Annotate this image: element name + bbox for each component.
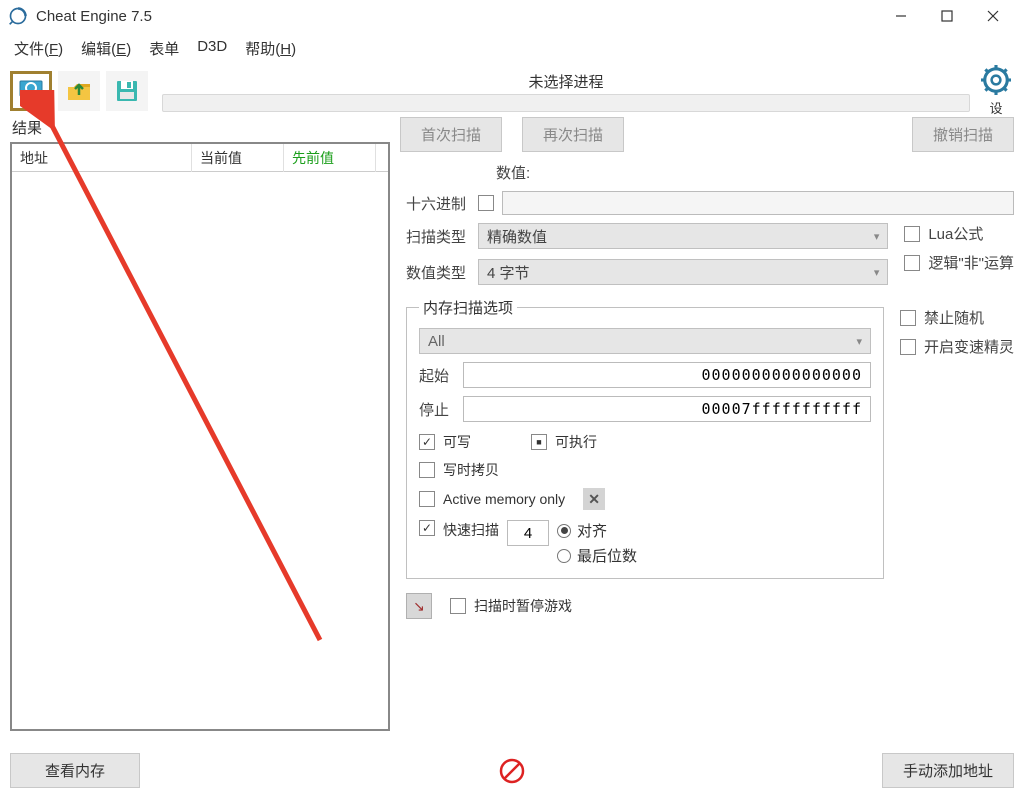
- start-address-input[interactable]: [463, 362, 871, 388]
- copy-on-write-checkbox[interactable]: [419, 462, 435, 478]
- copy-on-write-label: 写时拷贝: [443, 460, 499, 480]
- col-current-value[interactable]: 当前值: [192, 144, 284, 172]
- col-address[interactable]: 地址: [12, 144, 192, 172]
- maximize-button[interactable]: [924, 1, 970, 31]
- add-address-manual-button[interactable]: 手动添加地址: [882, 753, 1014, 788]
- hex-checkbox[interactable]: [478, 195, 494, 211]
- value-type-value: 4 字节: [487, 262, 530, 283]
- undo-scan-button[interactable]: 撤销扫描: [912, 117, 1014, 152]
- no-random-checkbox[interactable]: [900, 310, 916, 326]
- hex-label: 十六进制: [406, 193, 470, 214]
- active-memory-label: Active memory only: [443, 491, 565, 507]
- pause-game-checkbox[interactable]: [450, 598, 466, 614]
- writable-checkbox[interactable]: [419, 434, 435, 450]
- pause-game-label: 扫描时暂停游戏: [474, 596, 572, 616]
- menu-help[interactable]: 帮助(H): [245, 38, 296, 59]
- speedhack-label: 开启变速精灵: [924, 336, 1014, 357]
- memory-scan-options: 内存扫描选项 All ▾ 起始 停止: [406, 297, 884, 579]
- close-button[interactable]: [970, 1, 1016, 31]
- chevron-down-icon: ▾: [874, 266, 880, 279]
- next-scan-button[interactable]: 再次扫描: [522, 117, 624, 152]
- results-list[interactable]: 地址 当前值 先前值: [10, 142, 390, 731]
- menu-file[interactable]: 文件(F): [14, 38, 63, 59]
- results-header: 地址 当前值 先前值: [12, 144, 388, 172]
- minimize-button[interactable]: [878, 1, 924, 31]
- col-previous-value[interactable]: 先前值: [284, 144, 376, 172]
- save-button[interactable]: [106, 71, 148, 111]
- lua-formula-label: Lua公式: [928, 223, 983, 244]
- lua-formula-checkbox[interactable]: [904, 226, 920, 242]
- stop-address-input[interactable]: [463, 396, 871, 422]
- process-label: 未选择进程: [528, 71, 603, 92]
- progress-bar: [162, 94, 970, 112]
- scan-type-value: 精确数值: [487, 226, 547, 247]
- title-bar: Cheat Engine 7.5: [0, 0, 1024, 32]
- fast-scan-label: 快速扫描: [443, 520, 499, 540]
- chevron-down-icon: ▾: [874, 230, 880, 243]
- no-random-label: 禁止随机: [924, 307, 984, 328]
- speedhack-checkbox[interactable]: [900, 339, 916, 355]
- value-label: 数值:: [496, 162, 530, 183]
- chevron-down-icon: ▾: [856, 335, 862, 348]
- close-icon[interactable]: ✕: [583, 488, 605, 510]
- fast-scan-checkbox[interactable]: [419, 520, 435, 536]
- view-memory-button[interactable]: 查看内存: [10, 753, 140, 788]
- writable-label: 可写: [443, 432, 471, 452]
- executable-checkbox[interactable]: [531, 434, 547, 450]
- value-type-label: 数值类型: [406, 262, 470, 283]
- toolbar: 未选择进程 设: [0, 69, 1024, 113]
- forbidden-icon: [499, 758, 525, 784]
- aligned-label: 对齐: [577, 520, 607, 541]
- start-label: 起始: [419, 365, 453, 386]
- value-input[interactable]: [502, 191, 1014, 215]
- results-panel: 结果 地址 当前值 先前值: [10, 113, 390, 731]
- menu-edit[interactable]: 编辑(E): [81, 38, 131, 59]
- results-count-label: 结果: [12, 117, 390, 138]
- menu-table[interactable]: 表单: [149, 38, 179, 59]
- memory-region-value: All: [428, 333, 445, 350]
- memory-region-select[interactable]: All ▾: [419, 328, 871, 354]
- app-icon: [8, 6, 28, 26]
- fast-scan-qty-input[interactable]: [507, 520, 549, 546]
- logic-not-checkbox[interactable]: [904, 255, 920, 271]
- last-digits-label: 最后位数: [577, 545, 637, 566]
- results-body[interactable]: [12, 172, 388, 729]
- scan-panel: 首次扫描 再次扫描 撤销扫描 数值: 十六进制 扫描类型 精确数值: [400, 113, 1014, 731]
- logic-not-label: 逻辑"非"运算: [928, 252, 1014, 273]
- stop-label: 停止: [419, 399, 453, 420]
- scan-type-label: 扫描类型: [406, 226, 470, 247]
- menu-d3d[interactable]: D3D: [197, 38, 227, 59]
- executable-label: 可执行: [555, 432, 597, 452]
- scan-type-select[interactable]: 精确数值 ▾: [478, 223, 888, 249]
- mem-opts-legend: 内存扫描选项: [419, 297, 517, 318]
- active-memory-checkbox[interactable]: [419, 491, 435, 507]
- settings-button[interactable]: 设: [978, 65, 1014, 117]
- open-process-button[interactable]: [10, 71, 52, 111]
- window-title: Cheat Engine 7.5: [36, 8, 152, 25]
- menu-bar: 文件(F) 编辑(E) 表单 D3D 帮助(H): [0, 32, 1024, 69]
- first-scan-button[interactable]: 首次扫描: [400, 117, 502, 152]
- expand-button[interactable]: ↘: [406, 593, 432, 619]
- last-digits-radio[interactable]: [557, 549, 571, 563]
- value-type-select[interactable]: 4 字节 ▾: [478, 259, 888, 285]
- aligned-radio[interactable]: [557, 524, 571, 538]
- bottom-bar: 查看内存 手动添加地址: [0, 749, 1024, 792]
- window-controls: [878, 1, 1016, 31]
- open-file-button[interactable]: [58, 71, 100, 111]
